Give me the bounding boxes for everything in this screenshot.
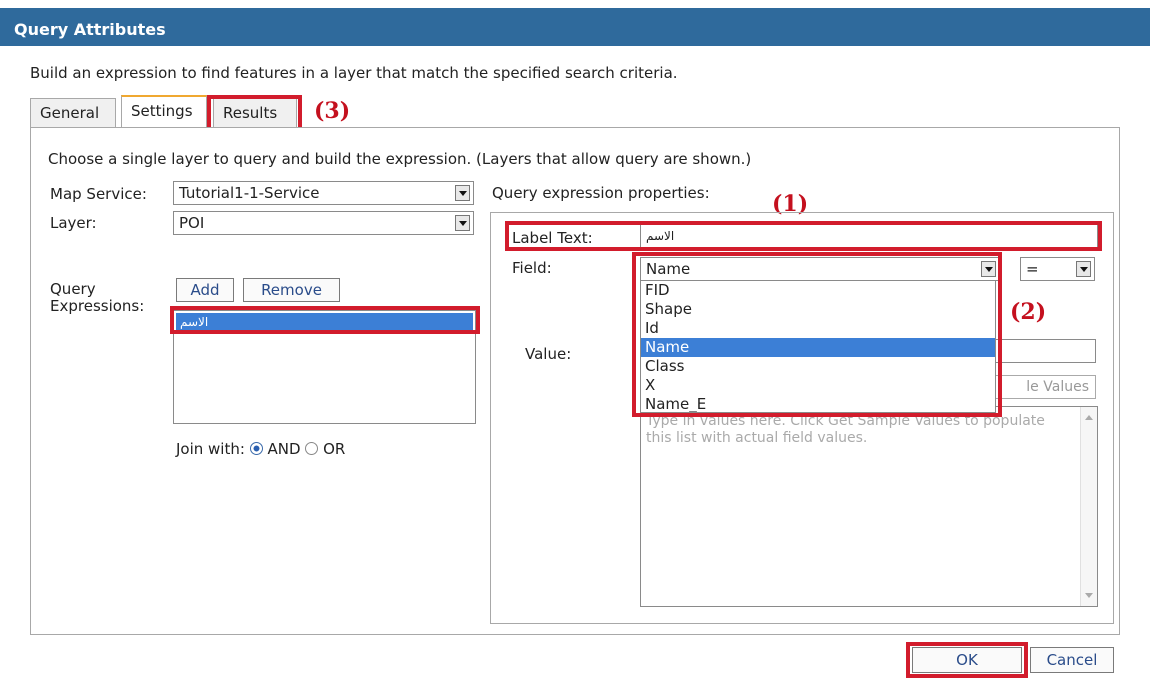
layer-label: Layer:: [50, 214, 97, 232]
layer-value: POI: [179, 214, 205, 232]
chevron-down-icon[interactable]: [455, 215, 470, 231]
operator-value: =: [1026, 260, 1039, 278]
cancel-button[interactable]: Cancel: [1030, 647, 1114, 673]
layer-select[interactable]: POI: [173, 211, 474, 235]
dialog-description: Build an expression to find features in …: [30, 64, 678, 82]
join-with-label: Join with:: [176, 440, 245, 458]
join-or-radio[interactable]: [305, 442, 319, 455]
ok-highlight-box: [906, 642, 1028, 678]
chevron-down-icon[interactable]: [1076, 261, 1091, 277]
tab-settings[interactable]: Settings: [121, 95, 207, 128]
value-label: Value:: [525, 345, 572, 363]
annotation-2: (2): [1010, 299, 1047, 325]
field-highlight-box: [632, 252, 1002, 417]
scroll-down-icon[interactable]: [1085, 593, 1093, 598]
query-expressions-label-line2: Expressions:: [50, 297, 145, 315]
expression-highlight-box: [170, 306, 480, 334]
settings-instruction: Choose a single layer to query and build…: [48, 150, 752, 168]
scroll-up-icon[interactable]: [1085, 415, 1093, 420]
chevron-down-icon[interactable]: [455, 185, 470, 201]
operator-select[interactable]: =: [1020, 257, 1095, 281]
query-expressions-label-line1: Query: [50, 280, 96, 298]
values-scrollbar[interactable]: [1080, 407, 1097, 606]
remove-expression-button[interactable]: Remove: [243, 278, 340, 302]
dialog-title: Query Attributes: [14, 20, 166, 39]
map-service-value: Tutorial1-1-Service: [179, 184, 320, 202]
field-label: Field:: [512, 259, 552, 277]
tab-general[interactable]: General: [30, 98, 116, 128]
add-expression-button[interactable]: Add: [176, 278, 234, 302]
join-or-label: OR: [323, 440, 346, 458]
join-and-radio[interactable]: [249, 442, 263, 455]
get-sample-values-button[interactable]: le Values: [990, 375, 1096, 399]
map-service-select[interactable]: Tutorial1-1-Service: [173, 181, 474, 205]
annotation-3: (3): [314, 98, 351, 124]
join-and-label: AND: [267, 440, 301, 458]
dialog-title-bar: Query Attributes: [0, 0, 1150, 46]
properties-heading: Query expression properties:: [492, 184, 710, 202]
values-textarea[interactable]: Type in values here. Click Get Sample Va…: [640, 406, 1098, 607]
values-placeholder: Type in values here. Click Get Sample Va…: [646, 413, 1045, 446]
label-text-highlight-box: [505, 221, 1102, 251]
map-service-label: Map Service:: [50, 185, 147, 203]
value-input[interactable]: [990, 339, 1096, 363]
join-with-group: Join with: AND OR: [176, 440, 345, 458]
